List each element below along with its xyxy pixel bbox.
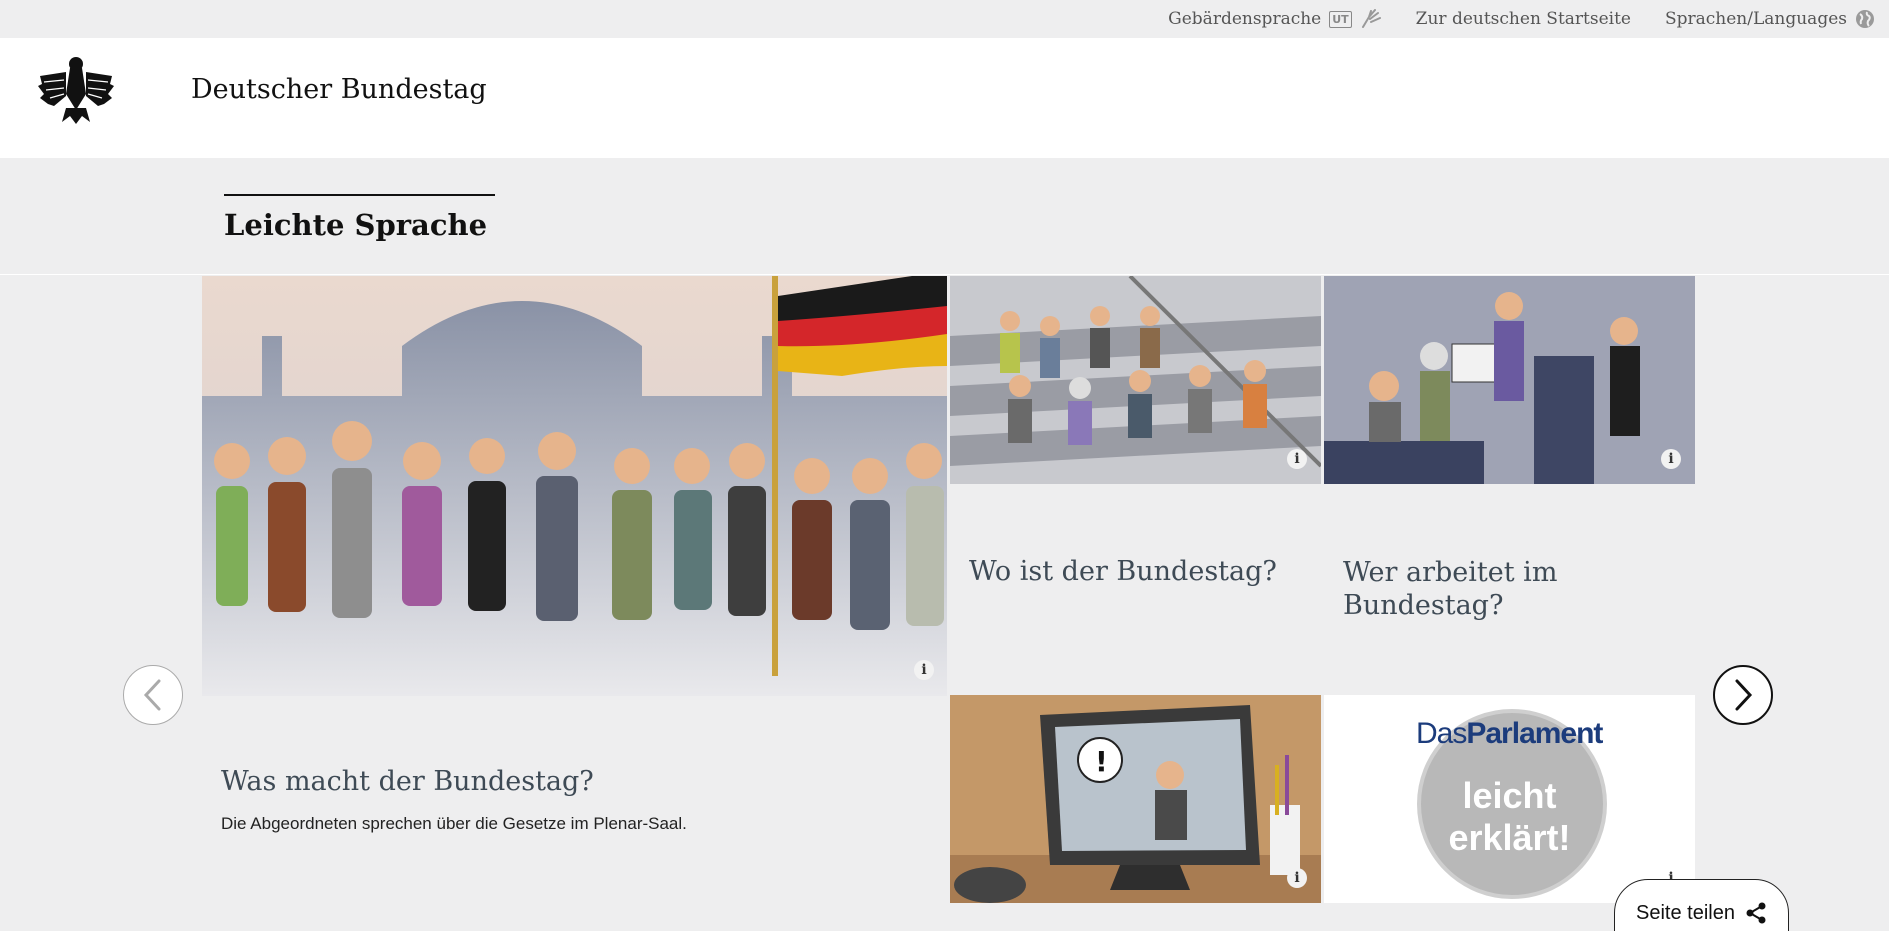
- sign-hand-icon: [1361, 9, 1381, 28]
- page-title: Leichte Sprache: [224, 194, 496, 242]
- das-parlament-logo-area: DasParlament leicht erklärt!: [1324, 695, 1695, 903]
- wordmark-das: Das: [1416, 717, 1467, 750]
- das-parlament-wordmark: DasParlament: [1416, 717, 1603, 751]
- illustration-parliament-members: [202, 276, 947, 696]
- share-icon: [1746, 902, 1766, 924]
- teaser-title[interactable]: Was macht der Bundestag?: [221, 766, 594, 797]
- teaser-title[interactable]: Wo ist der Bundestag?: [969, 556, 1309, 587]
- site-title[interactable]: Deutscher Bundestag: [191, 74, 487, 105]
- globe-icon: [1856, 10, 1874, 28]
- image-info-icon[interactable]: i: [1287, 868, 1307, 888]
- utility-bar: Gebärdensprache UT Zur deutschen Startse…: [0, 0, 1889, 38]
- wordmark-parlament: Parlament: [1466, 717, 1603, 750]
- chevron-right-icon: [1735, 679, 1753, 711]
- illustration-monitor: !: [950, 695, 1321, 903]
- sign-language-label: Gebärdensprache: [1168, 9, 1322, 29]
- image-info-icon[interactable]: i: [914, 660, 934, 680]
- teaser-title[interactable]: Wer arbeitet im Bundestag?: [1343, 556, 1683, 622]
- site-header: Deutscher Bundestag: [0, 38, 1889, 158]
- image-info-icon[interactable]: i: [1661, 449, 1681, 469]
- languages-label: Sprachen/Languages: [1664, 9, 1847, 29]
- svg-text:!: !: [1095, 745, 1108, 778]
- german-home-link[interactable]: Zur deutschen Startseite: [1416, 9, 1631, 29]
- share-page-button[interactable]: Seite teilen: [1614, 879, 1789, 931]
- illustration-plenary-audience: [950, 276, 1321, 484]
- image-info-icon[interactable]: i: [1287, 449, 1307, 469]
- teaser-monitor[interactable]: ! i: [950, 695, 1321, 931]
- sign-language-link[interactable]: Gebärdensprache UT: [1168, 9, 1382, 29]
- teaser-description: Die Abgeordneten sprechen über die Geset…: [221, 814, 687, 833]
- ut-badge: UT: [1329, 10, 1352, 28]
- chevron-left-icon: [143, 679, 161, 711]
- teaser-where-is-bundestag[interactable]: i Wo ist der Bundestag?: [950, 276, 1321, 692]
- carousel-prev-button[interactable]: [123, 665, 183, 725]
- illustration-speaker-podium: [1324, 276, 1695, 484]
- languages-link[interactable]: Sprachen/Languages: [1665, 9, 1875, 29]
- teaser-who-works-bundestag[interactable]: i Wer arbeitet im Bundestag?: [1324, 276, 1695, 692]
- logo-erklaert: erklärt!: [1448, 817, 1571, 858]
- carousel-next-button[interactable]: [1713, 665, 1773, 725]
- logo-leicht: leicht: [1462, 775, 1557, 816]
- section-header: Leichte Sprache: [0, 158, 1889, 275]
- teaser-what-does-bundestag-do[interactable]: i Was macht der Bundestag? Die Abgeordne…: [202, 276, 947, 931]
- share-label: Seite teilen: [1636, 902, 1735, 924]
- bundestag-eagle-logo[interactable]: [36, 54, 116, 126]
